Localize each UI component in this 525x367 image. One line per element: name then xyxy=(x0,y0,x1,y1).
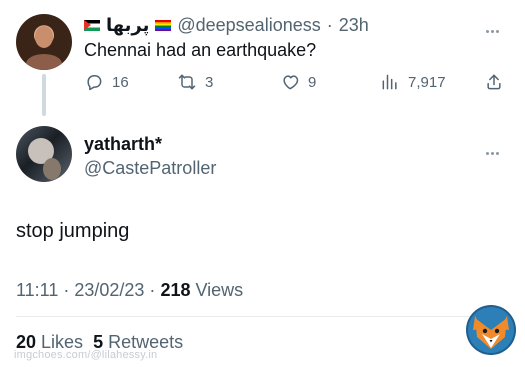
retweet-count: 3 xyxy=(205,73,214,91)
view-count: 7,917 xyxy=(408,73,446,91)
reply-author-avatar[interactable] xyxy=(16,126,72,182)
share-icon xyxy=(487,74,501,90)
parent-handle[interactable]: @deepsealioness xyxy=(177,15,320,36)
like-count: 9 xyxy=(308,73,317,91)
stats-divider xyxy=(16,316,509,317)
watermark-text: imgchoes.com/@lilahessy.in xyxy=(14,349,158,361)
retweet-button[interactable]: 3 xyxy=(177,70,213,94)
time-separator: · xyxy=(326,14,333,35)
retweet-icon xyxy=(178,74,196,90)
more-icon[interactable] xyxy=(486,142,504,155)
like-icon xyxy=(283,75,299,90)
parent-display-name[interactable]: پربها xyxy=(106,15,149,36)
more-icon[interactable] xyxy=(486,20,504,33)
parent-tweet-header: پربها @deepsealioness · 23h xyxy=(84,14,369,36)
like-button[interactable]: 9 xyxy=(280,70,316,94)
reply-views-count: 218 xyxy=(160,280,191,300)
reply-timestamp[interactable]: 11:11 · 23/02/23 · xyxy=(16,280,160,300)
parent-tweet: پربها @deepsealioness · 23h Chennai had … xyxy=(0,0,525,116)
parent-action-bar: 16 3 9 7,917 xyxy=(84,70,509,94)
parent-time[interactable]: 23h xyxy=(339,15,369,36)
fox-logo-icon xyxy=(466,305,516,355)
reply-button[interactable]: 16 xyxy=(84,70,129,94)
reply-display-name[interactable]: yatharth* xyxy=(84,134,162,155)
reply-tweet-text: stop jumping xyxy=(16,220,130,242)
reply-meta-line: 11:11 · 23/02/23 · 218 Views xyxy=(16,280,243,301)
views-button[interactable]: 7,917 xyxy=(380,70,446,94)
share-button[interactable] xyxy=(484,70,504,94)
reply-handle[interactable]: @CastePatroller xyxy=(84,158,216,179)
parent-tweet-text: Chennai had an earthquake? xyxy=(84,40,317,60)
reply-count: 16 xyxy=(112,73,129,91)
reply-views-label: Views xyxy=(190,280,244,300)
reply-icon xyxy=(87,75,102,91)
palestine-flag-icon xyxy=(84,19,100,31)
views-icon xyxy=(382,74,397,90)
parent-author-avatar[interactable] xyxy=(16,14,72,70)
thread-connector-line xyxy=(42,74,46,116)
rainbow-flag-icon xyxy=(155,19,172,31)
